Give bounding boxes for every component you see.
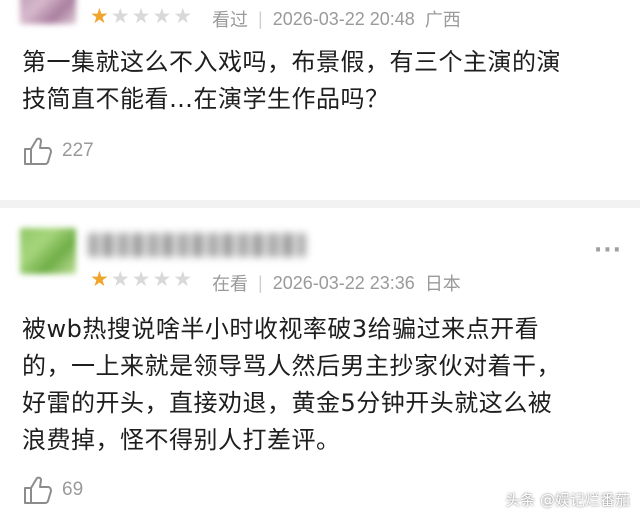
review-text-line: 的，一上来就是领导骂人然后男主抄家伙对着干， xyxy=(22,352,561,380)
username[interactable] xyxy=(88,233,306,257)
watermark: 头条 @娱记烂番茄 xyxy=(505,491,630,509)
star-icon: ★ xyxy=(152,267,172,291)
star-icon: ★ xyxy=(173,267,193,291)
like-button[interactable]: 69 xyxy=(22,474,83,506)
watch-status: 在看 xyxy=(212,274,248,294)
review-divider xyxy=(0,200,640,208)
review-meta: 在看 | 2026-03-22 23:36 日本 xyxy=(212,270,461,296)
review-text: 被wb热搜说啥半小时收视率破3给骗过来点开看 的，一上来就是领导骂人然后男主抄家… xyxy=(22,311,622,459)
star-icon: ★ xyxy=(90,267,109,291)
review-text-line: 浪费掉，怪不得别人打差评。 xyxy=(22,426,341,454)
review-datetime: 2026-03-22 20:48 xyxy=(272,8,415,29)
star-icon: ★ xyxy=(90,4,109,28)
like-button[interactable]: 227 xyxy=(22,135,94,167)
thumbs-up-icon xyxy=(24,137,52,165)
user-avatar[interactable] xyxy=(20,0,76,24)
star-icon: ★ xyxy=(110,267,130,291)
review-location: 广西 xyxy=(424,10,461,30)
rating-stars: ★ ★ ★ ★ ★ xyxy=(90,5,192,27)
thumbs-up-icon xyxy=(24,476,52,504)
star-icon: ★ xyxy=(110,4,130,28)
review-text-line: 被wb热搜说啥半小时收视率破3给骗过来点开看 xyxy=(22,315,540,343)
review-location: 日本 xyxy=(424,274,461,294)
star-icon: ★ xyxy=(173,4,193,28)
review-text-line: 好雷的开头，直接劝退，黄金5分钟开头就这么被 xyxy=(22,389,553,417)
watch-status: 看过 xyxy=(212,10,248,30)
review-text: 第一集就这么不入戏吗，布景假，有三个主演的演 技简直不能看…在演学生作品吗？ xyxy=(22,44,622,118)
star-icon: ★ xyxy=(131,4,151,28)
review-datetime: 2026-03-22 23:36 xyxy=(272,272,415,293)
more-icon[interactable]: ··· xyxy=(594,238,622,263)
rating-stars: ★ ★ ★ ★ ★ xyxy=(90,268,192,290)
review-text-line: 技简直不能看…在演学生作品吗？ xyxy=(22,85,390,113)
like-count: 227 xyxy=(62,140,94,161)
meta-separator: | xyxy=(258,272,263,293)
review-meta: 看过 | 2026-03-22 20:48 广西 xyxy=(212,6,461,32)
star-icon: ★ xyxy=(131,267,151,291)
like-count: 69 xyxy=(62,479,84,500)
meta-separator: | xyxy=(258,8,263,29)
user-avatar[interactable] xyxy=(20,228,76,274)
star-icon: ★ xyxy=(152,4,172,28)
review-text-line: 第一集就这么不入戏吗，布景假，有三个主演的演 xyxy=(22,48,561,76)
